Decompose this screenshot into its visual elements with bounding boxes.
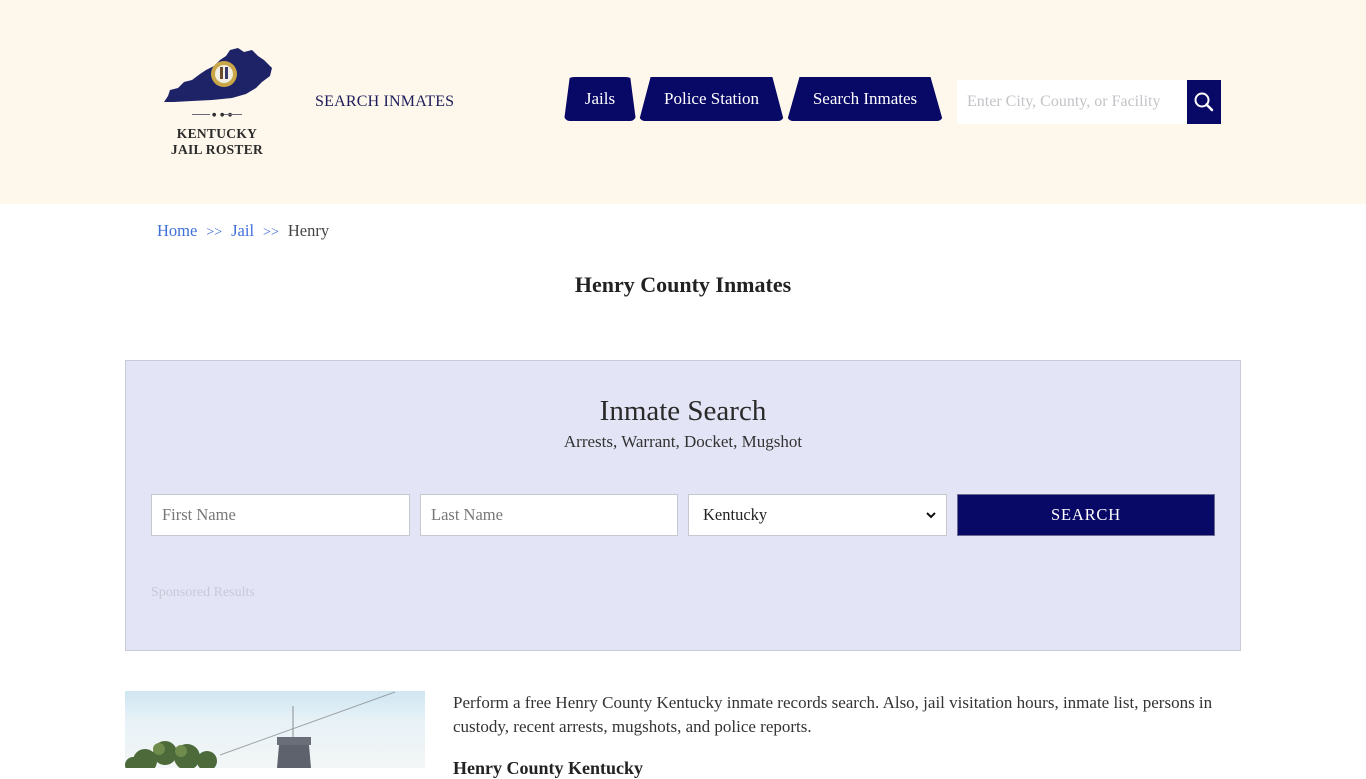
state-select[interactable]: Kentucky	[688, 494, 947, 536]
site-search-button[interactable]	[1187, 80, 1221, 124]
site-logo[interactable]: ● ● ● KENTUCKY JAIL ROSTER	[158, 46, 278, 161]
site-header: ● ● ● KENTUCKY JAIL ROSTER SEARCH INMATE…	[0, 0, 1366, 204]
inmate-search-subtitle: Arrests, Warrant, Docket, Mugshot	[563, 432, 803, 451]
site-search-input[interactable]	[957, 80, 1187, 124]
intro-paragraph: Perform a free Henry County Kentucky inm…	[453, 693, 1213, 736]
breadcrumb: Home >> Jail >> Henry	[157, 221, 329, 241]
breadcrumb-current: Henry	[287, 221, 330, 240]
chevron-down-icon	[926, 512, 936, 519]
breadcrumb-separator: >>	[206, 225, 223, 240]
search-button[interactable]: SEARCH	[957, 494, 1215, 536]
page-title: Henry County Inmates	[574, 272, 792, 297]
logo-text: KENTUCKY JAIL ROSTER	[158, 126, 276, 158]
search-inmates-link[interactable]: SEARCH INMATES	[315, 93, 454, 111]
kentucky-map-icon	[164, 48, 272, 102]
inmate-search-title: Inmate Search	[599, 395, 767, 427]
logo-divider: ● ● ●	[192, 112, 242, 118]
last-name-input[interactable]	[420, 494, 678, 536]
breadcrumb-jail[interactable]: Jail	[231, 221, 254, 240]
nav-jails-button[interactable]: Jails	[564, 77, 636, 121]
nav-search-inmates-button[interactable]: Search Inmates	[787, 77, 943, 121]
sponsored-results-label: Sponsored Results	[151, 585, 255, 600]
first-name-input[interactable]	[151, 494, 410, 536]
logo-line-1: KENTUCKY	[176, 126, 258, 141]
breadcrumb-home[interactable]: Home	[157, 221, 197, 240]
search-icon	[1194, 92, 1214, 112]
inmate-search-panel: Inmate Search Arrests, Warrant, Docket, …	[125, 360, 1241, 651]
breadcrumb-separator: >>	[263, 225, 279, 240]
nav-police-station-button[interactable]: Police Station	[639, 77, 784, 121]
section-heading: Henry County Kentucky	[453, 758, 644, 778]
jail-photo-illustration	[125, 691, 396, 768]
jail-photo	[125, 691, 425, 768]
state-select-value: Kentucky	[703, 505, 768, 524]
logo-line-2: JAIL ROSTER	[170, 142, 264, 157]
